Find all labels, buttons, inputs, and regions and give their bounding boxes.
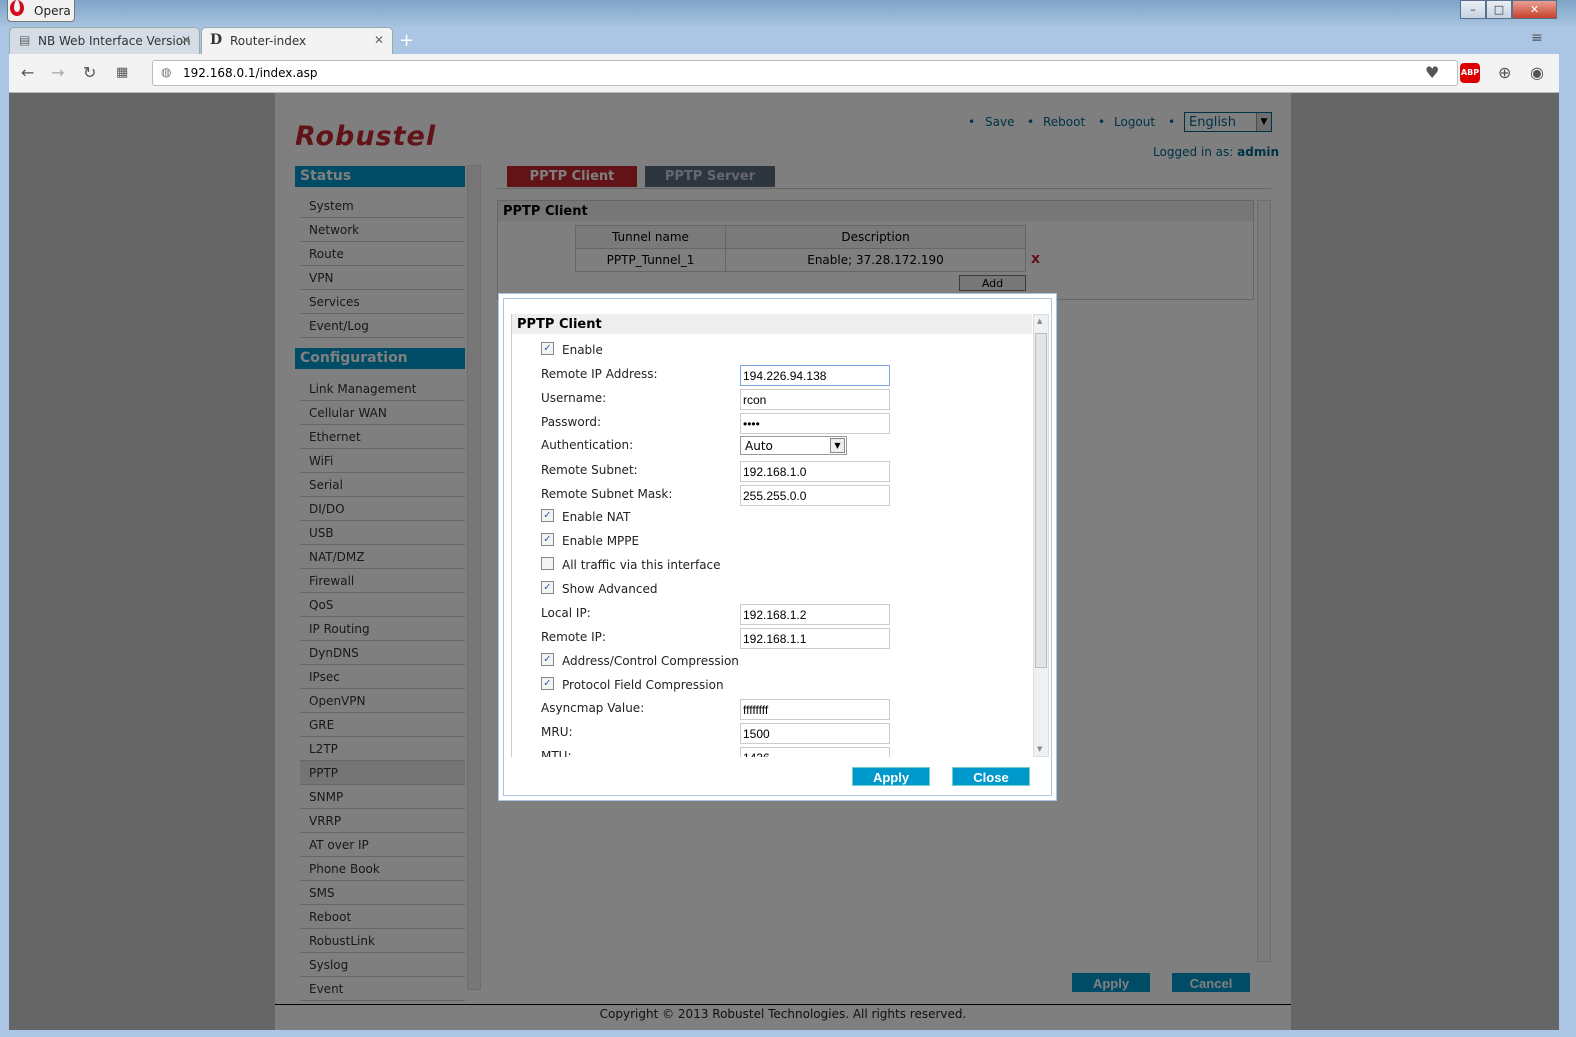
form-row-mtu: MTU: 1436: [541, 746, 1021, 757]
page-viewport: Robustel • Save • Reboot • Logout • Engl…: [9, 93, 1559, 1030]
form-row-enable: ✓ Enable: [541, 340, 1021, 362]
form-row-local-ip: Local IP: 192.168.1.2: [541, 603, 1021, 625]
form-row-mru: MRU: 1500: [541, 722, 1021, 744]
form-row-protocol-field-compression: ✓ Protocol Field Compression: [541, 675, 1021, 697]
mru-label: MRU:: [541, 725, 573, 739]
enable-mppe-checkbox[interactable]: ✓: [541, 533, 554, 546]
protocol-field-compression-checkbox[interactable]: ✓: [541, 677, 554, 690]
authentication-label: Authentication:: [541, 438, 634, 452]
speed-dial-icon[interactable]: ▦: [116, 65, 128, 80]
remote-subnet-mask-label: Remote Subnet Mask:: [541, 487, 673, 501]
url-text: 192.168.0.1/index.asp: [183, 66, 318, 80]
asyncmap-value-label: Asyncmap Value:: [541, 701, 645, 715]
forward-icon[interactable]: →: [51, 63, 64, 82]
address-control-compression-label: Address/Control Compression: [562, 654, 739, 668]
address-bar: ← → ↻ ▦ ◍ 192.168.0.1/index.asp ♥ ABP ⊕ …: [9, 54, 1559, 93]
download-icon[interactable]: ⊕: [1498, 63, 1511, 82]
mtu-input[interactable]: 1436: [740, 747, 890, 757]
dialog-title: PPTP Client: [512, 314, 1032, 334]
form-row-remote-subnet: Remote Subnet: 192.168.1.0: [541, 460, 1021, 482]
enable-nat-checkbox[interactable]: ✓: [541, 509, 554, 522]
protocol-field-compression-label: Protocol Field Compression: [562, 678, 724, 692]
remote-subnet-mask-input[interactable]: 255.255.0.0: [740, 485, 890, 506]
enable-checkbox[interactable]: ✓: [541, 342, 554, 355]
address-control-compression-checkbox[interactable]: ✓: [541, 653, 554, 666]
remote-ip-input[interactable]: 192.168.1.1: [740, 628, 890, 649]
form-row-all-traffic-via-this-interface: All traffic via this interface: [541, 555, 1021, 577]
tab-router-index[interactable]: D Router-index ✕: [201, 27, 393, 54]
close-tab-icon[interactable]: ✕: [181, 33, 191, 47]
dialog-apply-button[interactable]: Apply: [852, 767, 930, 786]
enable-nat-label: Enable NAT: [562, 510, 631, 524]
authentication-value: Auto: [745, 439, 773, 453]
remote-ip-label: Remote IP:: [541, 630, 606, 644]
form-row-enable-mppe: ✓ Enable MPPE: [541, 531, 1021, 553]
enable-mppe-label: Enable MPPE: [562, 534, 640, 548]
mtu-label: MTU:: [541, 749, 572, 757]
account-icon[interactable]: ◉: [1530, 63, 1544, 82]
asyncmap-value-input[interactable]: ffffffff: [740, 699, 890, 720]
remote-subnet-label: Remote Subnet:: [541, 463, 638, 477]
tab-title: NB Web Interface Version: [38, 34, 191, 48]
tab-bar: ▤ NB Web Interface Version ✕ D Router-in…: [9, 27, 1559, 54]
back-icon[interactable]: ←: [21, 63, 34, 82]
mru-input[interactable]: 1500: [740, 723, 890, 744]
form-row-asyncmap-value: Asyncmap Value: ffffffff: [541, 698, 1021, 720]
remote-subnet-input[interactable]: 192.168.1.0: [740, 461, 890, 482]
all-traffic-via-this-interface-label: All traffic via this interface: [562, 558, 721, 572]
close-window-button[interactable]: ✕: [1512, 0, 1557, 19]
form-row-remote-subnet-mask: Remote Subnet Mask: 255.255.0.0: [541, 484, 1021, 506]
chevron-down-icon: ▼: [830, 438, 845, 453]
pptp-client-form: PPTP Client ✓ Enable Remote IP Address: 194…: [511, 314, 1032, 757]
scroll-up-icon[interactable]: ▲: [1037, 317, 1042, 325]
show-advanced-checkbox[interactable]: ✓: [541, 581, 554, 594]
form-row-remote-ip: Remote IP: 192.168.1.1: [541, 627, 1021, 649]
tab-nb-web-interface[interactable]: ▤ NB Web Interface Version ✕: [9, 27, 200, 54]
page-icon: ▤: [19, 33, 31, 47]
local-ip-input[interactable]: 192.168.1.2: [740, 604, 890, 625]
username-label: Username:: [541, 391, 607, 405]
new-tab-icon[interactable]: +: [399, 30, 414, 51]
dialog-scrollbar[interactable]: ▲ ▼: [1033, 314, 1049, 757]
dialog-frame: PPTP Client ✓ Enable Remote IP Address: 194…: [503, 298, 1052, 796]
window-titlebar: Opera – □ ✕: [0, 0, 1576, 27]
adblock-icon[interactable]: ABP: [1460, 63, 1480, 83]
opera-logo-icon: [10, 0, 24, 16]
maximize-button[interactable]: □: [1486, 0, 1512, 19]
authentication-select[interactable]: Auto ▼: [740, 436, 847, 455]
form-row-username: Username: rcon: [541, 388, 1021, 410]
password-input[interactable]: ••••: [740, 413, 890, 434]
pptp-client-dialog: PPTP Client ✓ Enable Remote IP Address: 194…: [498, 293, 1057, 801]
site-info-icon[interactable]: ◍: [161, 65, 171, 79]
form-row-remote-ip-address: Remote IP Address: 194.226.94.138: [541, 364, 1021, 386]
close-tab-icon[interactable]: ✕: [374, 33, 384, 47]
tab-title: Router-index: [230, 34, 307, 48]
dialog-close-button[interactable]: Close: [952, 767, 1030, 786]
show-advanced-label: Show Advanced: [562, 582, 658, 596]
form-row-address-control-compression: ✓ Address/Control Compression: [541, 651, 1021, 673]
username-input[interactable]: rcon: [740, 389, 890, 410]
form-row-password: Password: ••••: [541, 412, 1021, 434]
form-row-authentication: Authentication: Auto ▼: [541, 435, 1021, 457]
url-input[interactable]: ◍ 192.168.0.1/index.asp: [152, 60, 1458, 86]
password-label: Password:: [541, 415, 602, 429]
site-favicon-icon: D: [210, 32, 223, 48]
remote-ip-address-label: Remote IP Address:: [541, 367, 658, 381]
scrollbar-thumb[interactable]: [1035, 333, 1047, 668]
heart-icon[interactable]: ♥: [1425, 63, 1439, 82]
form-row-show-advanced: ✓ Show Advanced: [541, 579, 1021, 601]
minimize-button[interactable]: –: [1460, 0, 1486, 19]
local-ip-label: Local IP:: [541, 606, 591, 620]
scroll-down-icon[interactable]: ▼: [1037, 745, 1042, 753]
tab-menu-icon[interactable]: ≡: [1531, 30, 1543, 46]
all-traffic-via-this-interface-checkbox[interactable]: [541, 557, 554, 570]
remote-ip-address-input[interactable]: 194.226.94.138: [740, 365, 890, 386]
enable-label: Enable: [562, 343, 603, 357]
form-row-enable-nat: ✓ Enable NAT: [541, 507, 1021, 529]
reload-icon[interactable]: ↻: [83, 63, 96, 82]
